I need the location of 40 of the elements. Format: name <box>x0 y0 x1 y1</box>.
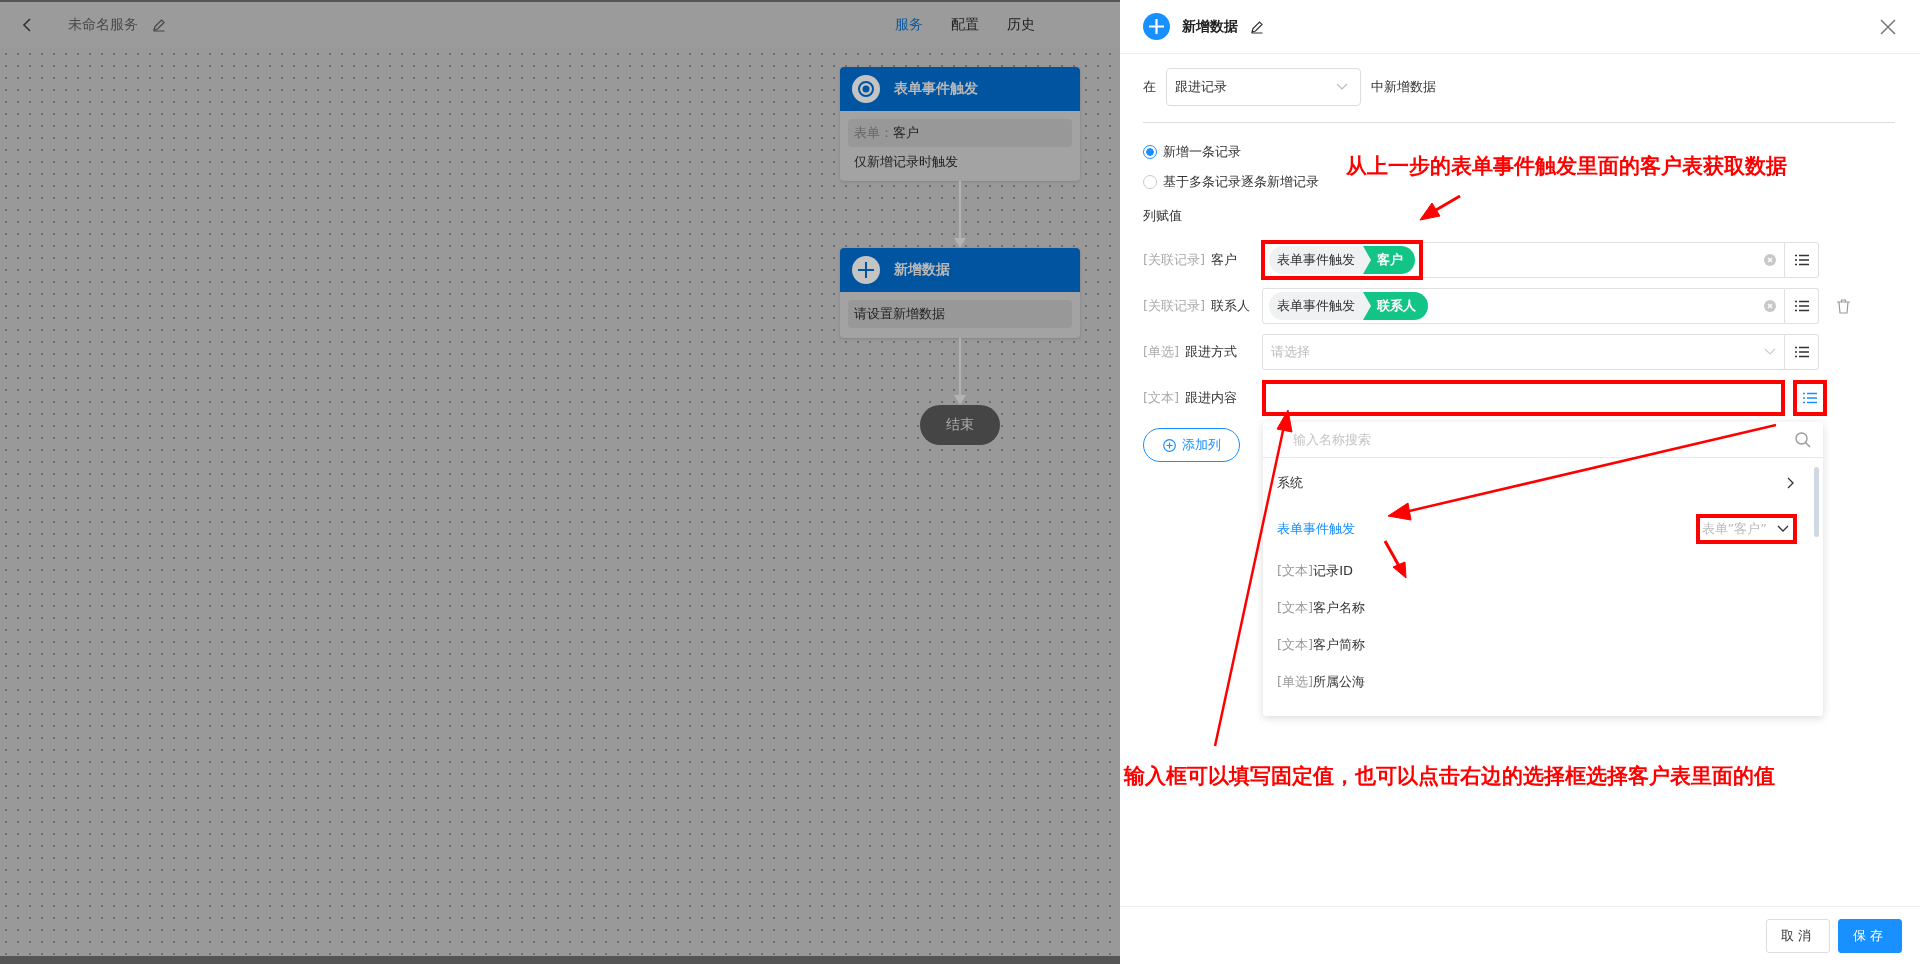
annotation-text: 输入框可以填写固定值，也可以点击右边的选择框选择客户表里面的值 <box>1124 763 1775 790</box>
source-tag: 表单事件触发 <box>1269 292 1373 320</box>
suffix-label: 中新增数据 <box>1371 78 1436 96</box>
group-item[interactable]: 系统 <box>1277 474 1303 492</box>
field-type: [单选] <box>1143 343 1180 361</box>
node-title: 表单事件触发 <box>894 80 978 98</box>
node-title: 新增数据 <box>894 261 950 279</box>
panel-title: 新增数据 <box>1182 17 1238 36</box>
radio-label: 新增一条记录 <box>1163 143 1241 161</box>
node-setting: 请设置新增数据 <box>848 300 1072 328</box>
field-name: 跟进内容 <box>1185 389 1238 407</box>
end-node[interactable]: 结束 <box>920 405 1000 445</box>
field-type: [关联记录] <box>1143 251 1206 269</box>
section-title: 列赋值 <box>1143 207 1182 225</box>
service-title: 未命名服务 <box>68 16 138 34</box>
field-type: [文本] <box>1143 389 1180 407</box>
source-tag: 表单事件触发 <box>1269 246 1373 274</box>
prefix-label: 在 <box>1143 78 1156 96</box>
node-note: 仅新增记录时触发 <box>853 153 959 171</box>
field-name: 跟进方式 <box>1185 343 1238 361</box>
tab[interactable]: 历史 <box>1007 16 1035 34</box>
field-option[interactable]: [单选]所属公海 <box>1277 672 1366 691</box>
field-type: [关联记录] <box>1143 297 1206 315</box>
cancel-button[interactable]: 取消 <box>1766 918 1830 953</box>
radio-option[interactable]: 新增一条记录 <box>1143 137 1241 167</box>
value-field[interactable]: 表单事件触发 联系人 <box>1262 288 1785 324</box>
value-field[interactable]: 表单事件触发 客户 <box>1262 242 1785 278</box>
field-name: 客户 <box>1211 251 1238 269</box>
field-tag: 联系人 <box>1363 292 1428 320</box>
field-option[interactable]: [文本]记录ID <box>1277 561 1353 580</box>
flow-node[interactable]: 新增数据 请设置新增数据 <box>840 248 1080 338</box>
radio-label: 基于多条记录逐条新增记录 <box>1163 173 1319 191</box>
radio-option[interactable]: 基于多条记录逐条新增记录 <box>1143 167 1319 197</box>
field-option[interactable]: [文本]客户名称 <box>1277 598 1366 617</box>
field-option[interactable]: [文本]客户简称 <box>1277 635 1366 654</box>
table-select[interactable]: 跟进记录 <box>1166 68 1361 106</box>
tab[interactable]: 配置 <box>951 16 979 34</box>
field-name: 联系人 <box>1211 297 1251 315</box>
annotation-text: 从上一步的表单事件触发里面的客户表获取数据 <box>1346 153 1787 180</box>
field-tag: 客户 <box>1363 246 1415 274</box>
